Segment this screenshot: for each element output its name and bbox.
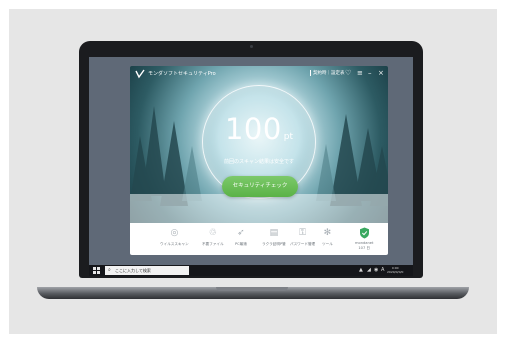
clock-date: 2020/0/0/0 — [387, 270, 404, 274]
document-icon: ▤ — [269, 228, 279, 238]
tool-certificate[interactable]: ▤ ラクラ証明P管 — [262, 227, 286, 247]
ime-indicator[interactable]: A — [381, 266, 384, 275]
security-check-button[interactable]: セキュリティチェック — [222, 176, 298, 197]
app-logo-icon — [135, 69, 145, 79]
tool-password-manager[interactable]: ⚿ パスワード管理 — [290, 227, 315, 247]
tool-label: パスワード管理 — [290, 242, 316, 246]
status-days: 107 日 — [358, 246, 370, 250]
tool-label: ラクラ証明P管 — [262, 242, 286, 246]
feature-toolbar: ◎ ウイルススキャン ♲ 不要ファイル ➶ PC最適 ▤ ラクラ証明P管 ⚿ パ… — [130, 223, 388, 255]
score-value: 100 — [224, 112, 282, 146]
shield-outline-icon[interactable]: ♡ — [345, 69, 351, 78]
app-window: モンダソフトセキュリティPro 契約時｜設定表 ♡ ≡ – × 100 pt 前回… — [130, 66, 388, 255]
windows-start-icon[interactable] — [93, 267, 100, 274]
taskbar-search-input[interactable]: ⌕ ここに入力して検索 — [105, 266, 189, 275]
trash-icon: ♲ — [208, 228, 217, 238]
key-icon: ⚿ — [299, 228, 306, 238]
minimize-icon[interactable]: – — [368, 69, 372, 78]
tool-junk-files[interactable]: ♲ 不要ファイル — [202, 227, 224, 247]
taskbar-clock[interactable]: 0:00 2020/0/0/0 — [387, 266, 403, 274]
shield-check-icon — [359, 227, 369, 239]
network-icon[interactable]: ◢ — [367, 266, 371, 275]
tool-label: PC最適 — [235, 242, 247, 246]
menu-icon[interactable]: ≡ — [357, 69, 363, 78]
tray-overflow-icon[interactable]: ▲ — [359, 266, 363, 275]
rocket-icon: ➶ — [237, 228, 245, 238]
search-placeholder: ここに入力して検索 — [115, 268, 151, 273]
account-link[interactable]: 契約時｜設定表 — [310, 70, 345, 76]
taskbar: ⌕ ここに入力して検索 ▲ ◢ ◉ A 0:00 2020/0/0/0 — [89, 265, 413, 276]
camera-icon — [250, 45, 253, 48]
tool-label: 不要ファイル — [202, 242, 224, 246]
titlebar: モンダソフトセキュリティPro 契約時｜設定表 ♡ ≡ – × — [130, 66, 388, 83]
tool-pc-optimize[interactable]: ➶ PC最適 — [235, 227, 247, 247]
status-label: mondanet — [355, 241, 374, 245]
tool-virus-scan[interactable]: ◎ ウイルススキャン — [160, 227, 189, 247]
close-icon[interactable]: × — [378, 69, 384, 78]
tool-tools[interactable]: ✻ ツール — [322, 227, 333, 247]
gear-icon: ✻ — [323, 228, 332, 238]
laptop-notch — [216, 287, 288, 291]
score-display: 100 pt — [130, 112, 388, 146]
score-caption: 前回のスキャン結果は安全です — [223, 159, 294, 165]
radar-icon: ◎ — [170, 228, 179, 238]
laptop-screen: モンダソフトセキュリティPro 契約時｜設定表 ♡ ≡ – × 100 pt 前回… — [89, 57, 413, 276]
tool-label: ツール — [322, 242, 333, 246]
app-title: モンダソフトセキュリティPro — [148, 71, 216, 77]
tool-label: ウイルススキャン — [160, 242, 189, 246]
score-unit: pt — [283, 132, 294, 142]
volume-icon[interactable]: ◉ — [374, 266, 378, 275]
protection-status[interactable]: mondanet 107 日 — [355, 227, 373, 251]
search-icon: ⌕ — [108, 267, 111, 273]
